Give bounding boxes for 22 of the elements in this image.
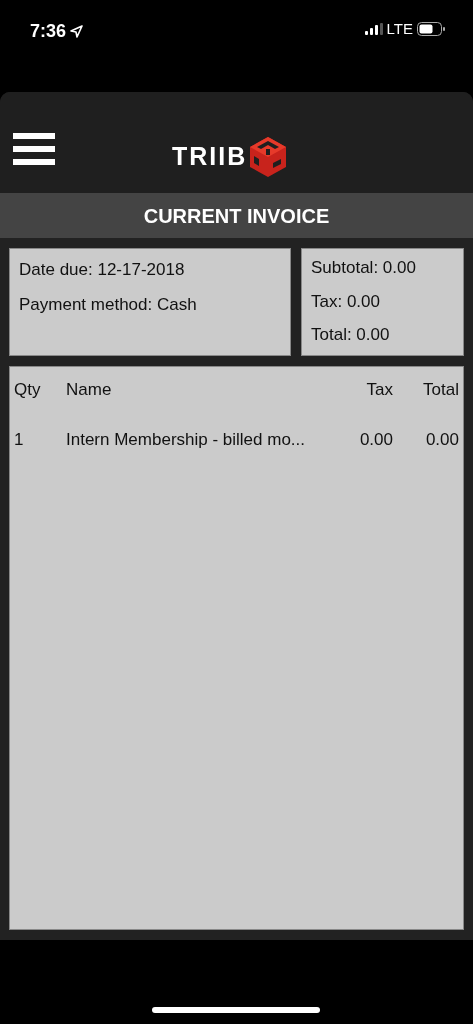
page-title: CURRENT INVOICE: [143, 203, 330, 229]
signal-icon: [364, 23, 383, 36]
table-cell-text: Intern Membership - billed mo...: [66, 428, 307, 451]
logo-text: TRIIB: [172, 141, 248, 173]
table-cell-text: 0.00: [358, 428, 393, 451]
total-text: Total: 0.00: [311, 324, 391, 346]
table-cell-text: 0.00: [424, 428, 459, 451]
battery-icon: [417, 22, 445, 37]
column-header: Name: [66, 379, 113, 401]
clock-time: 7:36: [30, 20, 67, 43]
total-text: Tax: 0.00: [311, 290, 381, 313]
menu-button[interactable]: [13, 132, 55, 165]
column-header: Qty: [14, 379, 42, 401]
total-text: Subtotal: 0.00: [311, 257, 417, 279]
detail-text: Payment method: Cash: [19, 293, 198, 316]
table-cell-text: 1: [14, 428, 25, 451]
cube-logo-icon: [249, 136, 288, 178]
detail-text: Date due: 12-17-2018: [19, 259, 186, 281]
column-header: Tax: [365, 379, 393, 401]
network-label: LTE: [386, 19, 413, 39]
location-arrow-icon: [70, 25, 84, 38]
column-header: Total: [422, 379, 459, 401]
